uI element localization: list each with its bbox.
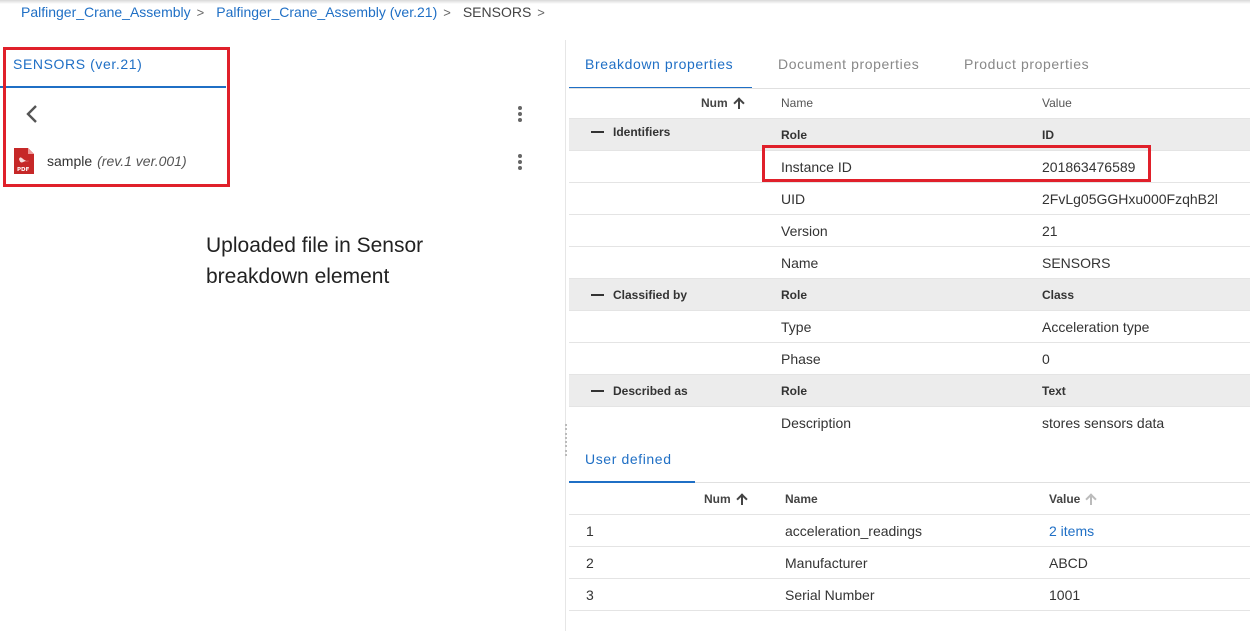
row-num: 3 bbox=[586, 586, 594, 603]
group-col-value: Class bbox=[1042, 287, 1075, 302]
table-row: 2 Manufacturer ABCD bbox=[569, 547, 1250, 579]
row-name: acceleration_readings bbox=[785, 522, 922, 539]
group-toggle[interactable]: Classified by bbox=[591, 279, 687, 310]
column-header-num-label: Num bbox=[704, 491, 731, 506]
user-defined-table: Num Name Value 1 acceleration_readings 2… bbox=[569, 483, 1250, 611]
table-row: Description stores sensors data bbox=[569, 407, 1250, 439]
table-row: 3 Serial Number 1001 bbox=[569, 579, 1250, 611]
annotation-text: Uploaded file in Sensor breakdown elemen… bbox=[206, 234, 424, 288]
column-header-num[interactable]: Num bbox=[701, 88, 744, 118]
row-name: Manufacturer bbox=[785, 554, 868, 571]
properties-tabs: Breakdown properties Document properties… bbox=[569, 42, 1250, 89]
chevron-right-icon: > bbox=[537, 4, 545, 20]
group-label: Described as bbox=[613, 383, 688, 398]
group-col-name: Role bbox=[781, 383, 808, 398]
highlight-box-file bbox=[3, 47, 230, 187]
breadcrumb-current: SENSORS bbox=[462, 4, 532, 20]
sort-ascending-icon bbox=[737, 493, 747, 505]
property-name: Phase bbox=[781, 350, 821, 367]
tab-user-defined[interactable]: User defined bbox=[585, 451, 672, 467]
row-num: 1 bbox=[586, 522, 594, 539]
breadcrumb-link-project[interactable]: Palfinger_Crane_Assembly bbox=[21, 4, 191, 20]
more-vertical-icon bbox=[518, 154, 522, 170]
sort-icon bbox=[1086, 493, 1096, 505]
property-name: Description bbox=[781, 415, 852, 431]
property-name: Version bbox=[781, 222, 828, 239]
group-toggle[interactable]: Identifiers bbox=[591, 119, 670, 150]
property-value: Acceleration type bbox=[1042, 318, 1150, 335]
breadcrumb: Palfinger_Crane_Assembly > Palfinger_Cra… bbox=[21, 3, 557, 21]
property-name: UID bbox=[781, 190, 806, 207]
table-row: Version 21 bbox=[569, 215, 1250, 247]
tab-product-properties[interactable]: Product properties bbox=[964, 56, 1089, 72]
column-header-num[interactable]: Num bbox=[704, 483, 747, 514]
row-value-link[interactable]: 2 items bbox=[1049, 515, 1094, 546]
table-header: Num Name Value bbox=[569, 88, 1250, 119]
row-name: Serial Number bbox=[785, 586, 875, 603]
group-row-described-as[interactable]: Described as Role Text bbox=[569, 375, 1250, 407]
group-label: Classified by bbox=[613, 287, 688, 302]
column-header-value-label: Value bbox=[1049, 491, 1081, 506]
more-vertical-icon bbox=[518, 106, 522, 122]
column-header-value[interactable]: Value bbox=[1049, 483, 1096, 514]
table-row: UID 2FvLg05GGHxu000FzqhB2l bbox=[569, 183, 1250, 215]
row-value: ABCD bbox=[1049, 554, 1088, 571]
property-name: Name bbox=[781, 254, 819, 271]
row-value: 1001 bbox=[1049, 586, 1081, 603]
panel-divider bbox=[565, 40, 566, 631]
table-row: Type Acceleration type bbox=[569, 311, 1250, 343]
group-col-value: Text bbox=[1042, 383, 1066, 398]
column-header-num-label: Num bbox=[701, 96, 728, 110]
table-row: 1 acceleration_readings 2 items bbox=[569, 515, 1250, 547]
breadcrumb-link-version[interactable]: Palfinger_Crane_Assembly (ver.21) bbox=[216, 4, 437, 20]
table-header: Num Name Value bbox=[569, 483, 1250, 515]
collapse-icon bbox=[591, 131, 604, 133]
highlight-box-instance-id bbox=[762, 145, 1151, 182]
tab-breakdown-properties[interactable]: Breakdown properties bbox=[585, 56, 733, 72]
sort-ascending-icon bbox=[734, 97, 744, 109]
group-row-classified-by[interactable]: Classified by Role Class bbox=[569, 279, 1250, 311]
file-menu-button[interactable] bbox=[510, 150, 530, 174]
collapse-icon bbox=[591, 293, 604, 296]
column-header-name: Name bbox=[781, 96, 814, 110]
property-value: 2FvLg05GGHxu000FzqhB2l bbox=[1042, 190, 1218, 207]
folder-menu-button[interactable] bbox=[510, 102, 530, 126]
column-header-name[interactable]: Name bbox=[785, 483, 818, 514]
tab-document-properties[interactable]: Document properties bbox=[778, 56, 919, 72]
chevron-right-icon: > bbox=[196, 4, 205, 20]
group-label: Identifiers bbox=[613, 125, 671, 139]
chevron-right-icon: > bbox=[443, 4, 451, 20]
group-col-name: Role bbox=[781, 287, 808, 302]
property-value: stores sensors data bbox=[1042, 415, 1165, 431]
group-toggle[interactable]: Described as bbox=[591, 375, 688, 406]
collapse-icon bbox=[591, 389, 604, 392]
property-value: 21 bbox=[1042, 222, 1058, 239]
properties-table: Num Name Value Identifiers Role ID Insta… bbox=[569, 88, 1250, 439]
property-value: 0 bbox=[1042, 350, 1050, 367]
column-header-value: Value bbox=[1042, 96, 1072, 110]
property-value: SENSORS bbox=[1042, 254, 1111, 271]
row-num: 2 bbox=[586, 554, 594, 571]
table-row: Name SENSORS bbox=[569, 247, 1250, 279]
table-row: Phase 0 bbox=[569, 343, 1250, 375]
property-name: Type bbox=[781, 318, 812, 335]
